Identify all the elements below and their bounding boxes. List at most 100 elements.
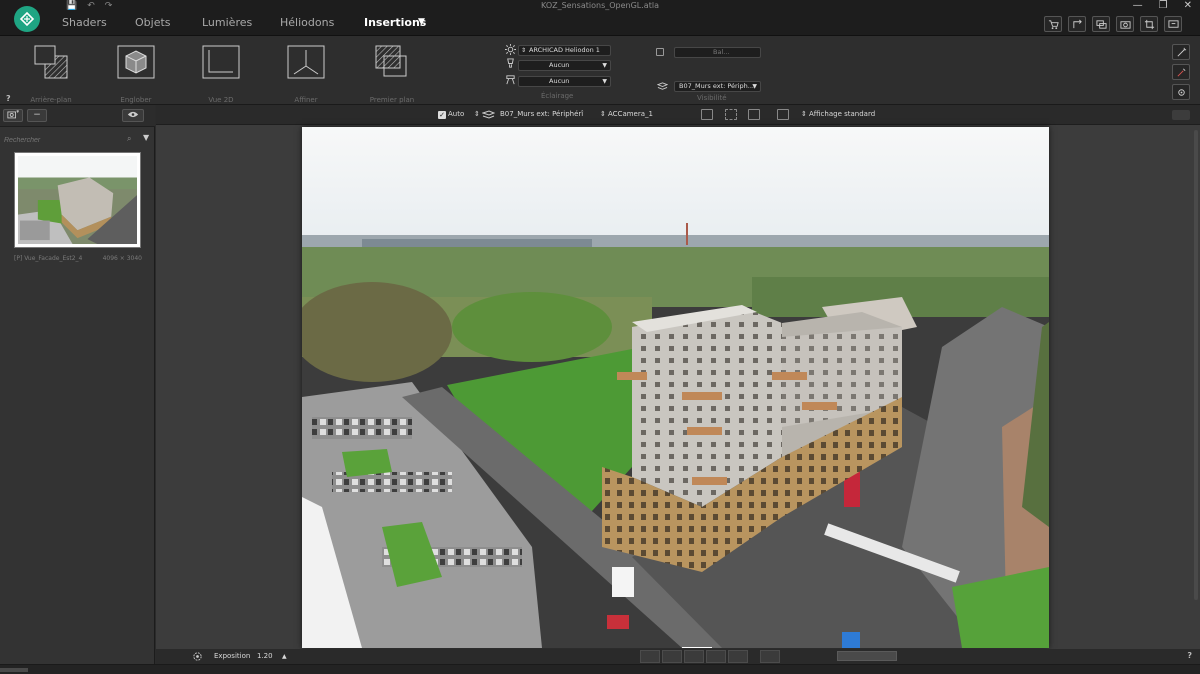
spot-select[interactable]: Aucun ▼ bbox=[518, 76, 611, 87]
search-icon[interactable]: ⌕ bbox=[127, 134, 131, 144]
affiner-label: Affiner bbox=[294, 96, 318, 104]
zoom-slider[interactable] bbox=[837, 651, 897, 661]
camera-spin-icon[interactable]: ⇕ bbox=[600, 110, 606, 118]
right-toolbar bbox=[1044, 16, 1182, 32]
crop-icon[interactable] bbox=[1140, 16, 1158, 32]
lamp-icon bbox=[507, 58, 514, 68]
render-thumbnail[interactable] bbox=[14, 152, 141, 248]
visibility-layer-select[interactable]: B07_Murs ext: Périph... ▼ bbox=[674, 81, 761, 92]
tab-objets[interactable]: Objets bbox=[135, 16, 171, 29]
transfer-icon[interactable] bbox=[1068, 16, 1086, 32]
walk-tool-icon[interactable] bbox=[706, 650, 726, 663]
add-camera-button[interactable] bbox=[3, 109, 23, 122]
pan-tool-icon[interactable] bbox=[662, 650, 682, 663]
display-spin-icon[interactable]: ⇕ bbox=[801, 110, 807, 118]
orbit-tool-icon[interactable] bbox=[728, 650, 748, 663]
heliodon-select[interactable]: ⇕ ARCHICAD Heliodon 1 bbox=[518, 45, 611, 56]
split-view-icon[interactable] bbox=[748, 109, 760, 120]
safe-frame-icon[interactable] bbox=[777, 109, 789, 120]
settings-gear-icon[interactable] bbox=[1172, 84, 1190, 100]
eclairage-group-label: Éclairage bbox=[541, 92, 574, 100]
windows-icon[interactable] bbox=[1092, 16, 1110, 32]
tab-lumieres[interactable]: Lumières bbox=[202, 16, 252, 29]
window-controls: — ❐ ✕ bbox=[1133, 0, 1192, 11]
cart-icon[interactable] bbox=[1044, 16, 1062, 32]
window-title: KOZ_Sensations_OpenGL.atla bbox=[541, 1, 659, 10]
englober-button[interactable]: Englober bbox=[104, 44, 168, 104]
ribbon-side-tools bbox=[1172, 44, 1190, 100]
thumbnail-name: [P] Vue_Facade_Est2_4 bbox=[14, 255, 83, 262]
status-indicator bbox=[0, 668, 28, 672]
vertical-scrollbar[interactable] bbox=[1194, 130, 1198, 600]
camera-add-icon bbox=[7, 110, 19, 119]
viewport-bottom-bar: Exposition 1.20 ▲ ? bbox=[156, 649, 1200, 664]
exposition-label: Exposition bbox=[214, 652, 251, 660]
spot-value: Aucun bbox=[549, 77, 570, 85]
paint-icon[interactable] bbox=[1172, 64, 1190, 80]
affiner-button[interactable]: Affiner bbox=[274, 44, 338, 104]
camera-select[interactable]: ACCamera_1 bbox=[608, 110, 653, 118]
frame-icon[interactable] bbox=[701, 109, 713, 120]
globe-tool-icon[interactable] bbox=[760, 650, 780, 663]
foreground-label: Premier plan bbox=[369, 96, 415, 104]
axes-3d-icon bbox=[287, 45, 325, 79]
visibilite-group-label: Visibilité bbox=[697, 94, 727, 102]
search-input[interactable] bbox=[4, 135, 134, 146]
viewport-layer-select[interactable]: B07_Murs ext: Périphérî bbox=[500, 110, 583, 118]
axes-2d-icon bbox=[202, 45, 240, 79]
foreground-button[interactable]: Premier plan bbox=[360, 44, 424, 104]
search-filter-dropdown-icon[interactable]: ▼ bbox=[143, 133, 149, 142]
visibility-toggle-field[interactable]: Bal... bbox=[674, 47, 761, 58]
camera-icon[interactable] bbox=[1116, 16, 1134, 32]
spot-icon bbox=[506, 75, 515, 85]
rotate-tool-icon[interactable] bbox=[640, 650, 660, 663]
lamp-select[interactable]: Aucun ▼ bbox=[518, 60, 611, 71]
present-icon[interactable] bbox=[1164, 16, 1182, 32]
exposition-value[interactable]: 1.20 bbox=[257, 652, 273, 660]
visibility-checkbox[interactable] bbox=[656, 48, 664, 56]
magic-wand-icon[interactable] bbox=[1172, 44, 1190, 60]
background-label: Arrière-plan bbox=[30, 96, 72, 104]
thumbnail-caption: [P] Vue_Facade_Est2_4 4096 × 3040 bbox=[14, 255, 142, 262]
englober-label: Englober bbox=[120, 96, 152, 104]
thumbnail-image bbox=[18, 156, 137, 244]
layer-spin-icon[interactable]: ⇕ bbox=[474, 110, 480, 118]
render-viewport[interactable] bbox=[156, 125, 1200, 649]
background-button[interactable]: Arrière-plan bbox=[19, 44, 83, 104]
heliodon-value: ARCHICAD Heliodon 1 bbox=[529, 46, 600, 54]
tab-shaders[interactable]: Shaders bbox=[62, 16, 107, 29]
vue-2d-button[interactable]: Vue 2D bbox=[189, 44, 253, 104]
restore-button[interactable]: ❐ bbox=[1159, 0, 1168, 11]
render-image[interactable] bbox=[302, 127, 1049, 648]
auto-label: Auto bbox=[448, 110, 465, 118]
title-bar: 💾 ↶ ↷ KOZ_Sensations_OpenGL.atla — ❐ ✕ S… bbox=[0, 0, 1200, 36]
navigation-tools bbox=[640, 650, 780, 663]
close-button[interactable]: ✕ bbox=[1184, 0, 1192, 11]
visibility-toggle-value: Bal... bbox=[713, 48, 730, 56]
background-icon bbox=[34, 45, 68, 79]
exposition-up-icon[interactable]: ▲ bbox=[282, 653, 287, 660]
aerial-building-render bbox=[302, 127, 1049, 648]
visibility-eye-button[interactable] bbox=[122, 109, 144, 122]
tab-menu-dropdown-icon[interactable]: ▼ bbox=[418, 17, 425, 27]
tab-heliodons[interactable]: Héliodons bbox=[280, 16, 334, 29]
ribbon: Arrière-plan Englober Vue 2D Affiner Pre… bbox=[0, 36, 1200, 105]
help-icon[interactable]: ? bbox=[6, 94, 11, 103]
viewport-help-icon[interactable]: ? bbox=[1187, 651, 1192, 660]
fit-view-icon[interactable] bbox=[725, 109, 737, 120]
eye-icon bbox=[127, 111, 139, 118]
exposure-gear-icon[interactable] bbox=[192, 651, 203, 662]
visibility-layer-value: B07_Murs ext: Périph... bbox=[679, 82, 754, 90]
toggle-panel-icon[interactable] bbox=[1172, 110, 1190, 120]
minimize-button[interactable]: — bbox=[1133, 0, 1143, 11]
display-mode-select[interactable]: Affichage standard bbox=[809, 110, 875, 118]
tab-insertions[interactable]: Insertions bbox=[364, 16, 426, 29]
sun-icon bbox=[505, 44, 516, 55]
vue-2d-label: Vue 2D bbox=[208, 96, 234, 104]
left-panel-toolbar: − bbox=[0, 105, 155, 127]
left-panel: − ⌕ ▼ [P] Vue_Facade_Est2_4 4096 × 3040 bbox=[0, 105, 155, 664]
remove-button[interactable]: − bbox=[27, 109, 47, 122]
viewport-toolbar: ✓ Auto ⇕ B07_Murs ext: Périphérî ⇕ ACCam… bbox=[156, 105, 1200, 125]
move-tool-icon[interactable] bbox=[684, 650, 704, 663]
auto-checkbox[interactable]: ✓ bbox=[438, 111, 446, 119]
